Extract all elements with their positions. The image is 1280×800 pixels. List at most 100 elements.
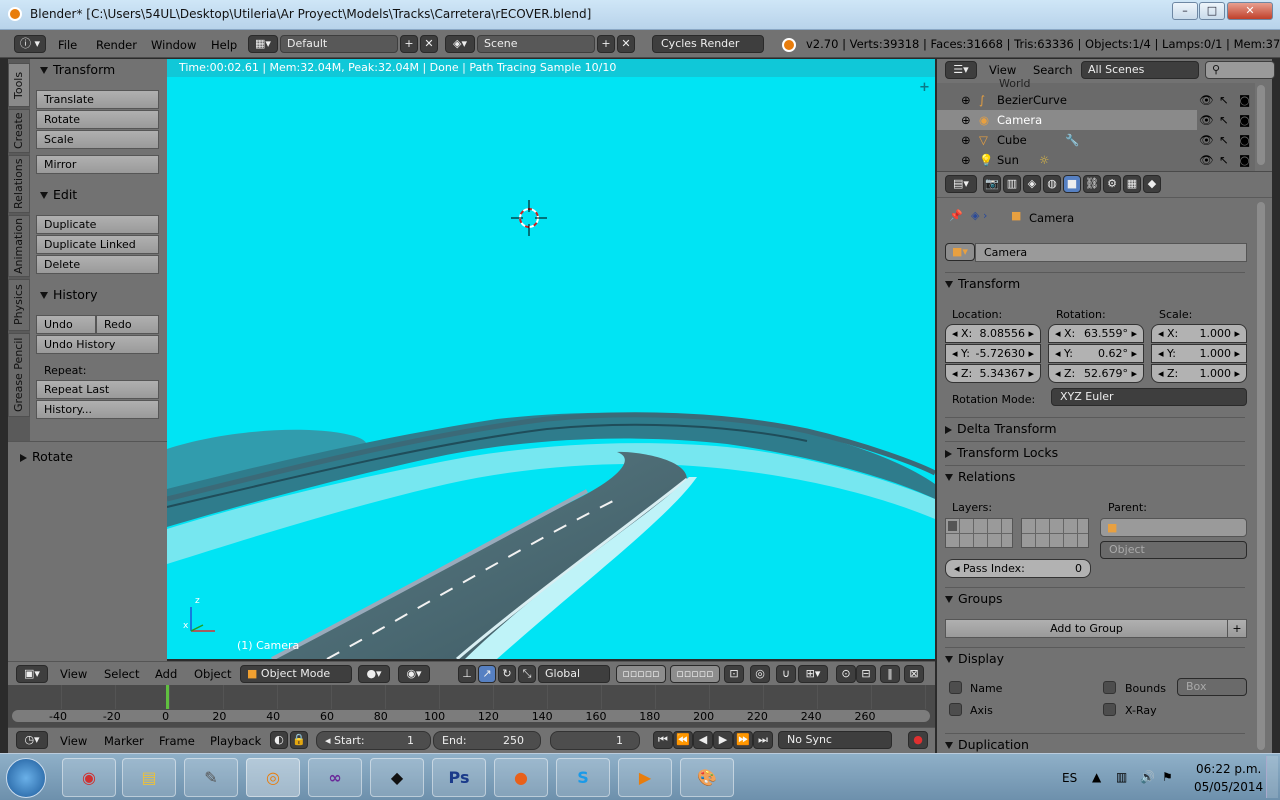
outliner-item-sun[interactable]: ⊕ 💡 Sun ☼ 👁 ↖ ◙: [937, 150, 1254, 170]
proportional-edit-icon[interactable]: ◎: [750, 665, 770, 683]
skype-icon[interactable]: S: [556, 758, 610, 797]
relations-header[interactable]: Relations: [945, 465, 1245, 487]
layer-grid-a[interactable]: [945, 518, 1013, 548]
delta-transform-header[interactable]: Delta Transform: [945, 417, 1245, 439]
lock-camera-icon[interactable]: ⊡: [724, 665, 744, 683]
add-layout-button[interactable]: +: [400, 35, 418, 53]
render-tab-icon[interactable]: 📷: [983, 175, 1001, 193]
origin-icon[interactable]: ●: [494, 758, 548, 797]
delete-button[interactable]: Delete: [36, 255, 159, 274]
close-button[interactable]: ✕: [1227, 2, 1273, 20]
render-layers-tab-icon[interactable]: ▥: [1003, 175, 1021, 193]
menu-view[interactable]: View: [60, 667, 87, 681]
menu-frame[interactable]: Frame: [159, 734, 195, 748]
current-frame-marker[interactable]: [166, 685, 169, 709]
rotate-button[interactable]: Rotate: [36, 110, 159, 129]
menu-window[interactable]: Window: [151, 38, 196, 52]
modifiers-tab-icon[interactable]: ⚙: [1103, 175, 1121, 193]
next-keyframe-icon[interactable]: ⏩: [733, 731, 753, 749]
screen-layout-icon[interactable]: ▦▾: [248, 35, 278, 53]
scale-button[interactable]: Scale: [36, 130, 159, 149]
preview-range-icon[interactable]: ◐: [270, 731, 288, 749]
jump-end-icon[interactable]: ⏭: [753, 731, 773, 749]
gimp-icon[interactable]: ✎: [184, 758, 238, 797]
outliner-item-cube[interactable]: ⊕ ▽ Cube 🔧 👁 ↖ ◙: [937, 130, 1254, 150]
mirror-button[interactable]: Mirror: [36, 155, 159, 174]
eye-icon[interactable]: 👁: [1199, 130, 1214, 150]
transform-locks-header[interactable]: Transform Locks: [945, 441, 1245, 463]
history-button[interactable]: History...: [36, 400, 159, 419]
menu-marker[interactable]: Marker: [104, 734, 144, 748]
unity-icon[interactable]: ◆: [370, 758, 424, 797]
object-tab-icon[interactable]: ■: [1063, 175, 1081, 193]
tab-physics[interactable]: Physics: [8, 279, 30, 331]
menu-render[interactable]: Render: [96, 38, 137, 52]
duplicate-linked-button[interactable]: Duplicate Linked: [36, 235, 159, 254]
transform-panel-header[interactable]: Transform: [40, 62, 115, 77]
location-z-field[interactable]: ◂ Z: 5.34367 ▸: [945, 364, 1041, 383]
outliner-scope-select[interactable]: All Scenes: [1081, 61, 1199, 79]
undo-button[interactable]: Undo: [36, 315, 96, 334]
timeline-area[interactable]: -40 -20 0 20 40 60 80 100 120 140 160 180 200 220 240 2…: [8, 685, 935, 727]
pass-index-field[interactable]: ◂ Pass Index: 0: [945, 559, 1091, 578]
screen-layout-field[interactable]: Default: [280, 35, 398, 53]
timeline-scrollbar[interactable]: [12, 710, 930, 722]
cursor-icon[interactable]: ↖: [1219, 130, 1229, 150]
tab-create[interactable]: Create: [8, 109, 30, 153]
manipulator-toggle-icon[interactable]: ⊥: [458, 665, 476, 683]
snap-toggle-icon[interactable]: ∪: [776, 665, 796, 683]
properties-scrollbar[interactable]: [1257, 202, 1265, 750]
cursor-icon[interactable]: ↖: [1219, 110, 1229, 130]
duplication-header[interactable]: Duplication: [945, 733, 1245, 755]
rotation-y-field[interactable]: ◂ Y: 0.62° ▸: [1048, 344, 1144, 363]
bounds-checkbox[interactable]: [1103, 681, 1116, 694]
extra-header-icon[interactable]: ⊠: [904, 665, 924, 683]
scale-manipulator-icon[interactable]: ⤡: [518, 665, 536, 683]
camera-render-icon[interactable]: ◙: [1239, 110, 1250, 130]
eye-icon[interactable]: 👁: [1199, 150, 1214, 170]
translate-button[interactable]: Translate: [36, 90, 159, 109]
scale-z-field[interactable]: ◂ Z: 1.000 ▸: [1151, 364, 1247, 383]
tab-animation[interactable]: Animation: [8, 215, 30, 277]
add-scene-button[interactable]: +: [597, 35, 615, 53]
pause-icon[interactable]: ‖: [880, 665, 900, 683]
add-group-plus-button[interactable]: +: [1227, 619, 1247, 638]
pin-icon[interactable]: 📌: [949, 209, 963, 222]
outliner-item-camera[interactable]: ⊕ ◉ Camera: [937, 110, 1197, 130]
show-desktop-button[interactable]: [1266, 756, 1278, 798]
camera-render-icon[interactable]: ◙: [1239, 150, 1250, 170]
constraints-tab-icon[interactable]: ⛓: [1083, 175, 1101, 193]
outliner-search-field[interactable]: ⚲: [1205, 61, 1275, 79]
explorer-icon[interactable]: ▤: [122, 758, 176, 797]
menu-file[interactable]: File: [58, 38, 77, 52]
object-data-icon[interactable]: ■▾: [945, 243, 975, 261]
axis-checkbox[interactable]: [949, 703, 962, 716]
menu-select[interactable]: Select: [104, 667, 139, 681]
render-image-icon[interactable]: ⊙: [836, 665, 856, 683]
repeat-last-button[interactable]: Repeat Last: [36, 380, 159, 399]
scene-field[interactable]: Scene: [477, 35, 595, 53]
operator-panel-header[interactable]: Rotate: [20, 449, 73, 464]
expand-icon[interactable]: ⊕: [961, 130, 971, 150]
menu-object[interactable]: Object: [194, 667, 231, 681]
parent-field[interactable]: ■: [1100, 518, 1247, 537]
rotation-z-field[interactable]: ◂ Z: 52.679° ▸: [1048, 364, 1144, 383]
bounds-type-select[interactable]: Box: [1177, 678, 1247, 696]
tab-tools[interactable]: Tools: [8, 63, 30, 107]
editor-type-properties-button[interactable]: ▤▾: [945, 175, 977, 193]
menu-outliner-search[interactable]: Search: [1033, 63, 1073, 77]
camera-render-icon[interactable]: ◙: [1239, 130, 1250, 150]
pivot-point-select[interactable]: ◉▾: [398, 665, 430, 683]
xray-checkbox[interactable]: [1103, 703, 1116, 716]
layer-buttons-b[interactable]: ▫▫▫▫▫: [670, 665, 720, 683]
editor-type-3d-button[interactable]: ▣▾: [16, 665, 48, 683]
object-mode-select[interactable]: ■ Object Mode: [240, 665, 352, 683]
play-icon[interactable]: ▶: [713, 731, 733, 749]
3d-cursor-icon[interactable]: [511, 200, 547, 236]
clock-time[interactable]: 06:22 p.m.: [1196, 762, 1261, 776]
editor-type-outliner-button[interactable]: ☰▾: [945, 61, 977, 79]
layer-buttons-a[interactable]: ▫▫▫▫▫: [616, 665, 666, 683]
world-tab-icon[interactable]: ◍: [1043, 175, 1061, 193]
3d-viewport[interactable]: Time:00:02.61 | Mem:32.04M, Peak:32.04M …: [167, 59, 935, 659]
network-icon[interactable]: ▥: [1116, 770, 1127, 784]
